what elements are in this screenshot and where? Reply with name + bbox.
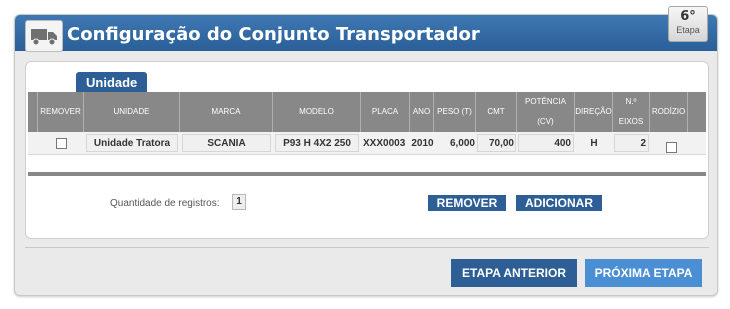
cell-ano: 2010 [411,137,434,149]
main-panel: Configuração do Conjunto Transportador U… [14,14,718,296]
header-placa: PLACA [361,92,410,132]
records-label: Quantidade de registros: [110,198,220,209]
header-remover: REMOVER [38,92,84,132]
remove-button[interactable]: REMOVER [428,195,506,211]
section-title: Unidade [76,72,148,92]
table-bottom-bar [28,172,706,176]
header-eixos-line2: EIXOS [618,117,644,126]
page-title: Configuração do Conjunto Transportador [67,24,480,45]
add-button[interactable]: ADICIONAR [516,195,602,211]
stage-number: 6° [680,9,696,24]
header-direcao: DIREÇÃO [575,92,613,132]
header-unidade: UNIDADE [84,92,180,132]
divider [25,247,709,248]
remove-checkbox[interactable] [56,134,67,152]
stage-label: Etapa [676,25,700,35]
previous-step-button[interactable]: ETAPA ANTERIOR [451,259,577,287]
header-spacer [28,92,38,132]
units-table: REMOVER UNIDADE MARCA MODELO PLACA ANO P… [28,92,706,155]
table-row: Unidade Tratora SCANIA P93 H 4X2 250 XXX… [28,132,706,155]
title-bar: Configuração do Conjunto Transportador [15,15,717,52]
cell-marca: SCANIA [182,134,271,152]
stage-badge: 6° Etapa [668,6,708,42]
cell-modelo: P93 H 4X2 250 [275,134,359,152]
header-modelo: MODELO [273,92,361,132]
cell-unidade: Unidade Tratora [86,134,178,152]
truck-icon [25,20,63,52]
header-potencia-line1: POTÊNCIA [525,97,566,106]
cell-potencia: 400 [518,134,574,152]
header-rodizio: RODÍZIO [650,92,688,132]
header-cmt: CMT [476,92,517,132]
header-peso: PESO (T) [434,92,476,132]
header-eixos: N.º EIXOS [613,92,650,132]
header-potencia: POTÊNCIA (CV) [517,92,575,132]
records-count: 1 [232,194,246,210]
header-spacer-end [688,92,706,132]
header-eixos-line1: N.º [625,97,637,106]
cell-direcao: H [590,137,598,149]
table-header: REMOVER UNIDADE MARCA MODELO PLACA ANO P… [28,92,706,132]
header-potencia-line2: (CV) [537,117,554,126]
header-marca: MARCA [180,92,273,132]
cell-cmt: 70,00 [477,134,516,152]
next-step-button[interactable]: PRÓXIMA ETAPA [585,259,702,287]
cell-peso: 6,000 [449,137,475,149]
unit-card: Unidade REMOVER UNIDADE MARCA MODELO PLA… [25,61,709,239]
rodizio-checkbox[interactable] [666,138,677,156]
cell-placa: XXX0003 [363,137,406,149]
header-ano: ANO [410,92,434,132]
cell-eixos: 2 [614,134,649,152]
